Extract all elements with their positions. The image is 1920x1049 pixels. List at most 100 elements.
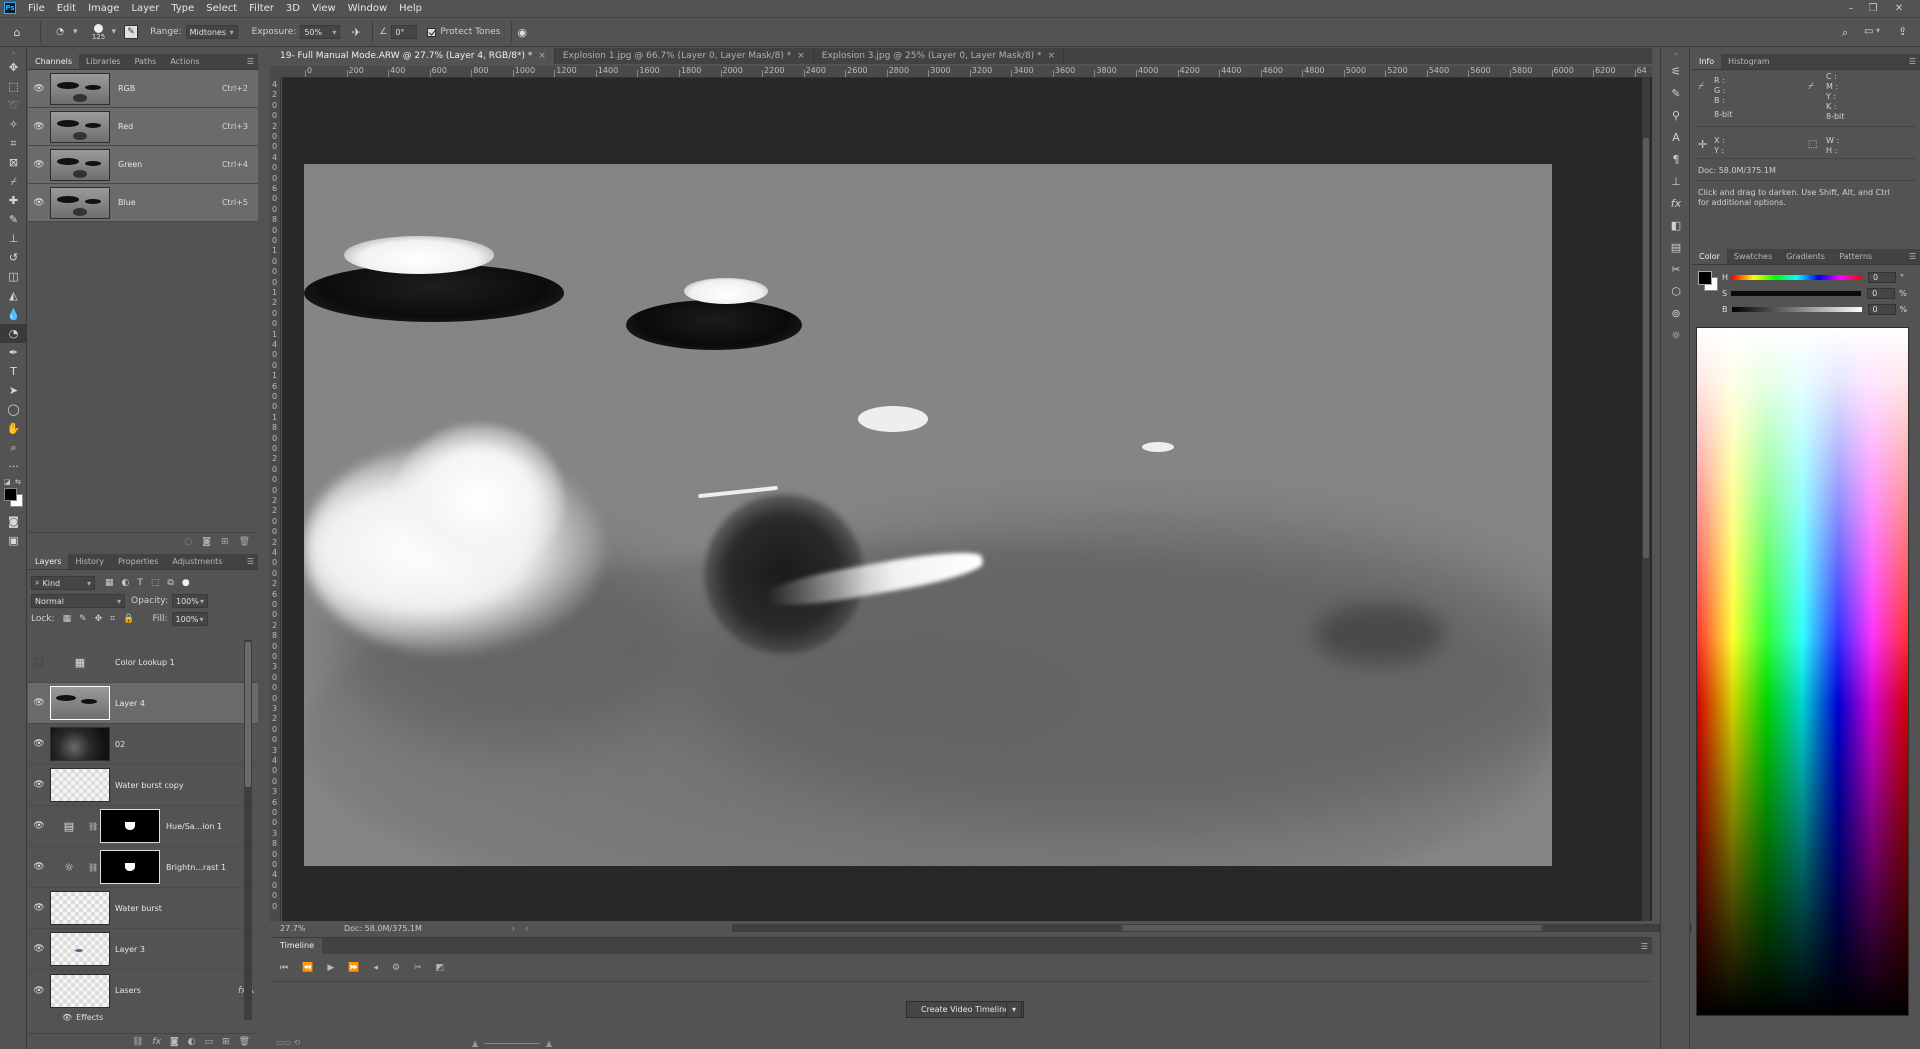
brightness-slider[interactable]: [1731, 306, 1862, 312]
airbrush-icon[interactable]: ✈: [346, 26, 366, 39]
path-select-tool-icon[interactable]: ➤: [0, 381, 27, 400]
filter-type-icon[interactable]: T: [137, 578, 143, 588]
channel-row-green[interactable]: 👁 Green Ctrl+4: [28, 146, 258, 184]
visibility-eye-icon[interactable]: 👁: [28, 944, 50, 954]
layer-mask-thumbnail[interactable]: [100, 850, 160, 884]
status-doc-size[interactable]: Doc: 58.0M/375.1M: [344, 924, 422, 933]
tab-history[interactable]: History: [68, 554, 110, 569]
swap-colors-icon[interactable]: ⇆: [15, 478, 21, 486]
layer-row-lasers[interactable]: 👁 Lasers fx ▴: [28, 970, 258, 1011]
type-tool-icon[interactable]: T: [0, 362, 27, 381]
saturation-slider[interactable]: [1731, 290, 1862, 296]
panel-menu-icon[interactable]: ☰: [1909, 57, 1916, 66]
new-group-icon[interactable]: ▭: [205, 1037, 214, 1047]
ellipse-tool-icon[interactable]: ◯: [0, 400, 27, 419]
tab-histogram[interactable]: Histogram: [1721, 54, 1777, 69]
search-icon[interactable]: ⌕: [1842, 26, 1848, 40]
canvas-vertical-scrollbar[interactable]: [1642, 78, 1650, 921]
brush-settings-panel-icon[interactable]: ✎: [1661, 82, 1691, 104]
close-tab-icon[interactable]: ×: [1048, 51, 1056, 61]
transition-icon[interactable]: ◩: [436, 963, 445, 973]
lasso-tool-icon[interactable]: ➰: [0, 96, 27, 115]
visibility-eye-icon[interactable]: 👁: [62, 1013, 72, 1022]
new-layer-icon[interactable]: ⊞: [222, 1037, 230, 1047]
styles-panel-icon[interactable]: fx: [1661, 192, 1691, 214]
panel-menu-icon[interactable]: ☰: [247, 557, 254, 566]
tab-adjustments[interactable]: Adjustments: [165, 554, 229, 569]
crop-tool-icon[interactable]: ⌗: [0, 134, 27, 153]
lock-transparent-icon[interactable]: ▦: [63, 614, 72, 624]
fill-input[interactable]: 100% ▾: [171, 612, 208, 626]
menu-file[interactable]: File: [22, 3, 51, 14]
visibility-eye-icon[interactable]: 👁: [28, 821, 50, 831]
link-chain-icon[interactable]: ⛓: [88, 822, 98, 831]
layer-row-hue-saturation[interactable]: 👁 ▤ ⛓ Hue/Sa...ion 1: [28, 806, 258, 847]
layers-scrollbar[interactable]: [244, 640, 252, 1020]
move-tool-icon[interactable]: ✥: [0, 58, 27, 77]
minimize-icon[interactable]: –: [1840, 0, 1862, 16]
filter-kind-select[interactable]: ⌕ Kind ▾: [31, 576, 95, 590]
panel-menu-icon[interactable]: ☰: [1909, 252, 1916, 261]
layer-row-water-burst[interactable]: 👁 Water burst: [28, 888, 258, 929]
panel-menu-icon[interactable]: ☰: [1641, 942, 1648, 951]
link-layers-icon[interactable]: ⛓: [132, 1037, 143, 1047]
close-tab-icon[interactable]: ×: [538, 51, 546, 61]
filter-adjustment-icon[interactable]: ◐: [122, 578, 130, 588]
document-tab-explosion-1[interactable]: Explosion 1.jpg @ 66.7% (Layer 0, Layer …: [555, 48, 814, 64]
timeline-frame-mode-icon[interactable]: ▭▭ ⟲: [276, 1038, 300, 1047]
new-channel-icon[interactable]: ⊞: [221, 537, 229, 547]
menu-window[interactable]: Window: [342, 3, 393, 14]
character-panel-icon[interactable]: A: [1661, 126, 1691, 148]
visibility-eye-icon[interactable]: 👁: [28, 84, 50, 94]
timeline-mode-dropdown[interactable]: ▾: [1006, 1001, 1022, 1018]
vertical-ruler[interactable]: 4200200400600800100012001400160018002000…: [270, 78, 281, 922]
restore-icon[interactable]: ❐: [1862, 0, 1884, 16]
hue-slider[interactable]: [1732, 274, 1863, 280]
pressure-size-icon[interactable]: ◉: [518, 26, 528, 39]
color-swatches[interactable]: ◪ ⇆: [0, 476, 27, 512]
default-colors-icon[interactable]: ◪: [4, 478, 11, 486]
lock-image-icon[interactable]: ✎: [79, 614, 87, 624]
menu-image[interactable]: Image: [82, 3, 125, 14]
collapse-chevron-icon[interactable]: »: [0, 48, 27, 58]
delete-layer-icon[interactable]: 🗑: [239, 1037, 250, 1047]
visibility-toggle-empty[interactable]: [28, 658, 50, 666]
paint-bucket-tool-icon[interactable]: ◭: [0, 286, 27, 305]
menu-edit[interactable]: Edit: [51, 3, 82, 14]
quick-select-tool-icon[interactable]: ✧: [0, 115, 27, 134]
visibility-eye-icon[interactable]: 👁: [28, 122, 50, 132]
menu-help[interactable]: Help: [393, 3, 428, 14]
properties-panel-icon[interactable]: ⚟: [1661, 60, 1691, 82]
protect-tones-checkbox[interactable]: [427, 27, 437, 37]
channel-row-red[interactable]: 👁 Red Ctrl+3: [28, 108, 258, 146]
canvas-vertical-scroll-thumb[interactable]: [1643, 138, 1649, 558]
ruler-corner[interactable]: [270, 66, 281, 78]
burn-tool-preset-icon[interactable]: ◔: [47, 27, 73, 37]
share-icon[interactable]: ⇪: [1898, 25, 1907, 38]
close-tab-icon[interactable]: ×: [797, 51, 805, 61]
filter-toggle-icon[interactable]: ●: [182, 578, 190, 588]
burn-tool-icon[interactable]: ◔: [0, 324, 27, 343]
tab-color[interactable]: Color: [1692, 249, 1727, 264]
menu-type[interactable]: Type: [165, 3, 200, 14]
lock-artboard-icon[interactable]: ⌗: [110, 614, 115, 624]
visibility-eye-icon[interactable]: 👁: [28, 903, 50, 913]
chevron-down-icon[interactable]: ▾: [73, 27, 78, 37]
3d-panel-icon[interactable]: ⬡: [1661, 280, 1691, 302]
history-brush-tool-icon[interactable]: ↺: [0, 248, 27, 267]
hand-tool-icon[interactable]: ✋: [0, 419, 27, 438]
document-tab-explosion-3[interactable]: Explosion 3.jpg @ 25% (Layer 0, Layer Ma…: [814, 48, 1065, 64]
tab-patterns[interactable]: Patterns: [1832, 249, 1879, 264]
document-tab-19-full-manual-mode[interactable]: 19- Full Manual Mode.ARW @ 27.7% (Layer …: [272, 48, 555, 64]
layer-row-brightness-contrast[interactable]: 👁 ☼ ⛓ Brightn...rast 1: [28, 847, 258, 888]
paragraph-panel-icon[interactable]: ¶: [1661, 148, 1691, 170]
brightness-value-input[interactable]: 0: [1867, 303, 1896, 315]
tab-libraries[interactable]: Libraries: [79, 54, 128, 69]
cmyk-eyedropper-icon[interactable]: ⌿: [1808, 82, 1814, 92]
save-selection-icon[interactable]: ◙: [202, 537, 211, 547]
visibility-eye-icon[interactable]: 👁: [28, 862, 50, 872]
tab-paths[interactable]: Paths: [128, 54, 164, 69]
tab-gradients[interactable]: Gradients: [1779, 249, 1832, 264]
menu-filter[interactable]: Filter: [243, 3, 280, 14]
tab-actions[interactable]: Actions: [163, 54, 206, 69]
